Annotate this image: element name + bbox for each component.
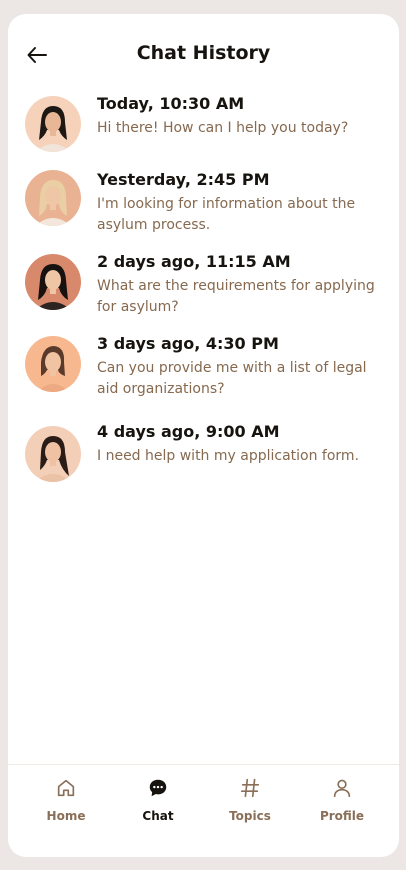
app-screen: Chat History Today, 10:30 AM Hi there! H…: [8, 14, 399, 857]
avatar: [25, 170, 81, 226]
home-icon: [57, 779, 75, 797]
hashtag-icon: [240, 778, 260, 798]
chat-date: 2 days ago, 11:15 AM: [97, 252, 291, 271]
chat-preview: I'm looking for information about the as…: [97, 196, 356, 233]
nav-label: Home: [46, 809, 86, 823]
chat-history-item[interactable]: Yesterday, 2:45 PM I'm looking for infor…: [8, 170, 399, 238]
nav-label: Profile: [319, 809, 365, 823]
header: Chat History: [8, 14, 399, 94]
avatar: [25, 96, 81, 152]
chat-preview: Can you provide me with a list of legal …: [97, 360, 367, 397]
chat-history-item[interactable]: Today, 10:30 AM Hi there! How can I help…: [8, 94, 399, 154]
nav-item-topics[interactable]: Topics: [201, 765, 299, 857]
nav-label: Chat: [142, 809, 174, 823]
chat-bubble-icon: [149, 779, 167, 797]
chat-history-item[interactable]: 4 days ago, 9:00 AM I need help with my …: [8, 422, 399, 482]
chat-preview: I need help with my application form.: [97, 448, 360, 464]
chat-date: Today, 10:30 AM: [97, 94, 245, 113]
chat-preview: What are the requirements for applying f…: [97, 278, 375, 315]
page-title: Chat History: [136, 42, 271, 64]
chat-history-item[interactable]: 2 days ago, 11:15 AM What are the requir…: [8, 252, 399, 320]
nav-item-profile[interactable]: Profile: [293, 765, 391, 857]
chat-date: Yesterday, 2:45 PM: [97, 170, 270, 189]
nav-label: Topics: [229, 809, 271, 823]
avatar: [25, 426, 81, 482]
chat-date: 3 days ago, 4:30 PM: [97, 334, 279, 353]
avatar: [25, 254, 81, 310]
avatar: [25, 336, 81, 392]
chat-history-item[interactable]: 3 days ago, 4:30 PM Can you provide me w…: [8, 334, 399, 402]
user-icon: [333, 779, 351, 798]
bottom-nav: Home Chat Topics Profile: [8, 765, 399, 857]
chat-date: 4 days ago, 9:00 AM: [97, 422, 280, 441]
nav-item-chat[interactable]: Chat: [109, 765, 207, 857]
chat-preview: Hi there! How can I help you today?: [97, 120, 349, 136]
nav-item-home[interactable]: Home: [17, 765, 115, 857]
